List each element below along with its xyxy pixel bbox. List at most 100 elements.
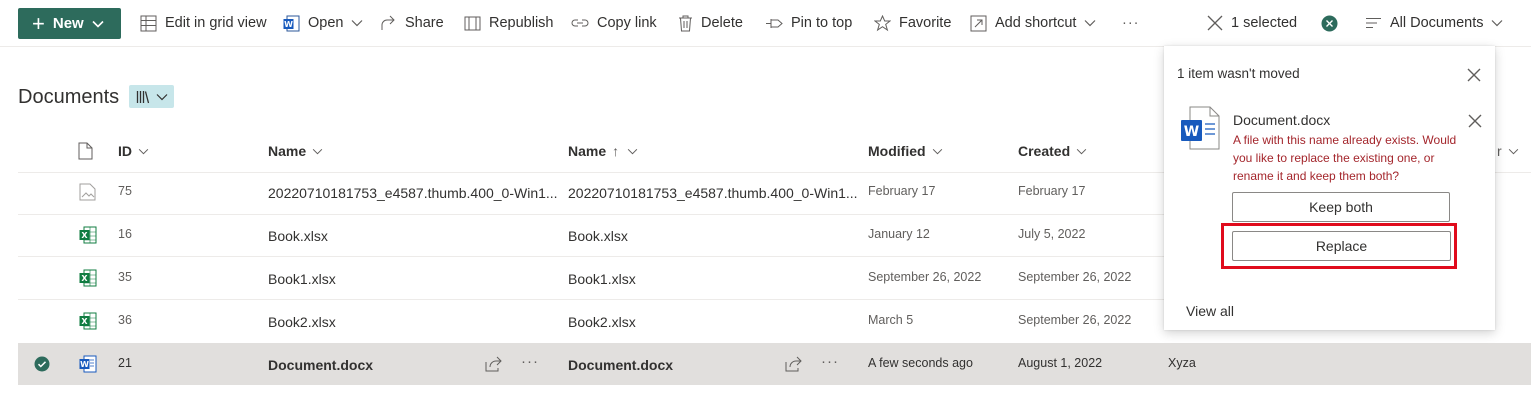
column-header-name-sorted[interactable]: Name ↑ <box>568 130 638 172</box>
row-name-link[interactable]: Book2.xlsx <box>568 314 636 330</box>
close-icon <box>1467 68 1481 82</box>
open-label: Open <box>308 15 344 31</box>
new-button[interactable]: + New <box>18 8 121 39</box>
star-icon <box>874 14 891 31</box>
row-modified: February 17 <box>868 184 936 198</box>
svg-text:X: X <box>81 231 88 240</box>
shortcut-icon <box>970 15 987 31</box>
new-button-label: New <box>52 15 84 32</box>
close-panel-button[interactable] <box>1467 68 1481 85</box>
word-icon: W <box>283 15 300 31</box>
open-button[interactable]: W Open <box>283 0 371 46</box>
image-file-icon <box>79 183 96 204</box>
column-header-id[interactable]: ID <box>118 130 149 172</box>
grid-icon <box>140 15 157 31</box>
more-commands-button[interactable]: ··· <box>1122 0 1140 46</box>
favorite-button[interactable]: Favorite <box>874 0 951 46</box>
favorite-label: Favorite <box>899 15 952 31</box>
edit-grid-view-button[interactable]: Edit in grid view <box>140 0 267 46</box>
add-shortcut-button[interactable]: Add shortcut <box>970 0 1104 46</box>
row-id: 75 <box>118 184 132 198</box>
chevron-down-icon <box>352 20 363 27</box>
row-name-link[interactable]: Book2.xlsx <box>268 314 336 330</box>
more-icon: ··· <box>1122 15 1140 31</box>
chevron-down-icon <box>1076 148 1087 154</box>
row-id: 35 <box>118 270 132 284</box>
word-file-icon: W <box>79 355 97 376</box>
row-name-link[interactable]: Document.docx <box>568 357 673 373</box>
link-icon <box>571 19 589 26</box>
close-icon <box>1468 114 1482 128</box>
close-circle-icon <box>1321 15 1338 31</box>
row-created: September 26, 2022 <box>1018 313 1132 327</box>
row-created: September 26, 2022 <box>1018 270 1132 284</box>
republish-button[interactable]: Republish <box>464 0 554 46</box>
excel-file-icon: X <box>79 269 97 290</box>
chevron-down-icon <box>932 148 942 154</box>
column-header-modified[interactable]: Modified <box>868 130 943 172</box>
selected-count-label: 1 selected <box>1231 15 1298 31</box>
row-name-link[interactable]: Book1.xlsx <box>268 271 336 287</box>
more-actions-icon[interactable]: ··· <box>821 353 839 370</box>
row-modified: March 5 <box>868 313 914 327</box>
view-options-button[interactable] <box>129 85 174 108</box>
republish-label: Republish <box>489 15 554 31</box>
close-icon <box>1207 15 1223 31</box>
replace-highlight-box <box>1221 223 1457 269</box>
keep-both-button[interactable]: Keep both <box>1232 192 1450 222</box>
move-conflict-panel: 1 item wasn't moved W Document.docx A fi… <box>1164 46 1495 330</box>
row-name-link[interactable]: 20220710181753_e4587.thumb.400_0-Win1... <box>268 185 558 201</box>
row-checkmark-icon[interactable] <box>34 356 50 375</box>
panel-title: 1 item wasn't moved <box>1177 66 1300 81</box>
column-header-created-label: Created <box>1018 143 1071 159</box>
chevron-down-icon <box>1084 20 1096 27</box>
svg-text:W: W <box>80 360 89 369</box>
row-name-link[interactable]: Book1.xlsx <box>568 271 636 287</box>
chevron-down-icon <box>138 148 149 154</box>
file-type-header-icon[interactable] <box>78 142 93 163</box>
column-header-id-label: ID <box>118 143 132 159</box>
share-icon <box>381 15 395 30</box>
share-icon[interactable] <box>485 356 502 375</box>
row-name-link[interactable]: 20220710181753_e4587.thumb.400_0-Win1... <box>568 185 858 201</box>
delete-button[interactable]: Delete <box>678 0 743 46</box>
trash-icon <box>679 15 692 31</box>
copy-link-button[interactable]: Copy link <box>571 0 657 46</box>
row-modified: A few seconds ago <box>868 356 973 370</box>
column-header-partial-label: r <box>1497 143 1502 159</box>
chevron-down-icon <box>312 148 323 154</box>
conflict-error-message: A file with this name already exists. Wo… <box>1233 133 1457 183</box>
add-shortcut-label: Add shortcut <box>995 15 1077 31</box>
svg-text:X: X <box>81 274 88 283</box>
column-header-name-sorted-label: Name <box>568 143 607 159</box>
row-name-link[interactable]: Book.xlsx <box>568 228 628 244</box>
row-created: July 5, 2022 <box>1018 227 1086 241</box>
row-name-link[interactable]: Book.xlsx <box>268 228 328 244</box>
svg-text:W: W <box>1184 124 1199 140</box>
excel-file-icon: X <box>79 312 97 333</box>
table-row-selected[interactable] <box>18 343 1531 385</box>
column-header-modified-label: Modified <box>868 143 926 159</box>
share-icon[interactable] <box>785 356 802 375</box>
dismiss-selection-button[interactable] <box>1321 0 1346 46</box>
row-id: 16 <box>118 227 132 241</box>
pin-to-top-button[interactable]: Pin to top <box>765 0 852 46</box>
column-header-partial[interactable]: r <box>1497 130 1519 172</box>
share-button[interactable]: Share <box>380 0 444 46</box>
row-modified: September 26, 2022 <box>868 270 982 284</box>
conflict-file-name: Document.docx <box>1233 112 1331 128</box>
pin-icon <box>766 18 783 28</box>
clear-selection-button[interactable]: 1 selected <box>1207 0 1297 46</box>
chevron-down-icon <box>1508 148 1518 154</box>
view-all-link[interactable]: View all <box>1186 303 1234 319</box>
column-header-created[interactable]: Created <box>1018 130 1087 172</box>
more-actions-icon[interactable]: ··· <box>521 353 539 370</box>
dismiss-item-button[interactable] <box>1468 114 1482 131</box>
row-name-link[interactable]: Document.docx <box>268 357 373 373</box>
column-header-name[interactable]: Name <box>268 130 323 172</box>
view-selector[interactable]: All Documents <box>1365 0 1511 46</box>
delete-label: Delete <box>701 15 743 31</box>
copy-link-label: Copy link <box>597 15 657 31</box>
svg-text:X: X <box>81 317 88 326</box>
edit-grid-view-label: Edit in grid view <box>165 15 267 31</box>
